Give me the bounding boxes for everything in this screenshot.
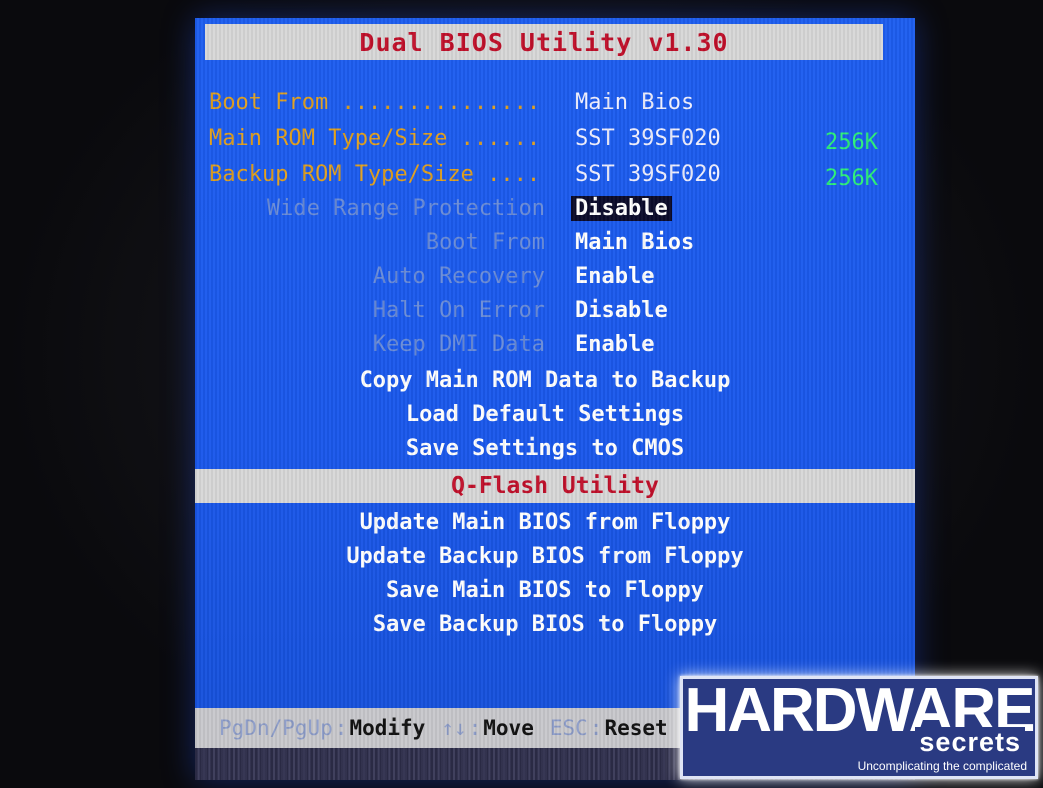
hint-reset: Reset <box>604 716 668 740</box>
qflash-section-bar: Q-Flash Utility <box>195 469 915 503</box>
info-backup-rom-label: Backup ROM Type/Size .... <box>209 162 541 187</box>
logo-tagline: Uncomplicating the complicated <box>857 759 1027 773</box>
arrow-keys-icon: ↑↓ <box>441 716 467 740</box>
option-keep-dmi-data-value[interactable]: Enable <box>575 332 654 357</box>
key-separator: : <box>334 716 348 740</box>
info-main-rom-value: SST 39SF020 <box>575 126 721 151</box>
key-esc: ESC <box>549 716 588 740</box>
key-separator: : <box>468 716 482 740</box>
option-wide-range-protection-value[interactable]: Disable <box>571 196 672 221</box>
bios-title: Dual BIOS Utility v1.30 <box>359 27 729 57</box>
info-boot-from-value: Main Bios <box>575 90 695 115</box>
action-save-backup-bios[interactable]: Save Backup BIOS to Floppy <box>195 612 895 637</box>
logo-subword: secrets <box>915 727 1025 758</box>
option-boot-from-value[interactable]: Main Bios <box>575 230 694 255</box>
info-main-rom-size: 256K <box>825 130 878 155</box>
bios-title-bar: Dual BIOS Utility v1.30 <box>205 24 883 60</box>
info-boot-from-label: Boot From ............... <box>209 90 541 115</box>
hint-modify: Modify <box>349 716 426 740</box>
action-copy-main-rom[interactable]: Copy Main ROM Data to Backup <box>195 368 895 393</box>
info-backup-rom-size: 256K <box>825 166 878 191</box>
action-save-main-bios[interactable]: Save Main BIOS to Floppy <box>195 578 895 603</box>
hardware-secrets-logo: HARDWARE secrets Uncomplicating the comp… <box>680 676 1038 779</box>
monitor-frame: Dual BIOS Utility v1.30 Boot From ......… <box>0 0 1043 788</box>
action-update-main-bios[interactable]: Update Main BIOS from Floppy <box>195 510 895 535</box>
qflash-section-title: Q-Flash Utility <box>451 473 659 499</box>
action-save-settings-cmos[interactable]: Save Settings to CMOS <box>195 436 895 461</box>
option-halt-on-error-value[interactable]: Disable <box>575 298 668 323</box>
option-keep-dmi-data-label: Keep DMI Data <box>372 332 545 357</box>
hint-move: Move <box>483 716 534 740</box>
info-backup-rom-value: SST 39SF020 <box>575 162 721 187</box>
option-halt-on-error-label: Halt On Error <box>372 298 545 323</box>
action-load-default-settings[interactable]: Load Default Settings <box>195 402 895 427</box>
option-auto-recovery-value[interactable]: Enable <box>575 264 654 289</box>
key-separator: : <box>589 716 603 740</box>
option-auto-recovery-label: Auto Recovery <box>372 264 545 289</box>
action-update-backup-bios[interactable]: Update Backup BIOS from Floppy <box>195 544 895 569</box>
key-pgdn-pgup: PgDn/PgUp <box>219 716 333 740</box>
option-wide-range-protection-label: Wide Range Protection <box>266 196 545 221</box>
info-main-rom-label: Main ROM Type/Size ...... <box>209 126 541 151</box>
bios-screen: Dual BIOS Utility v1.30 Boot From ......… <box>195 18 915 780</box>
option-boot-from-label: Boot From <box>425 230 545 255</box>
